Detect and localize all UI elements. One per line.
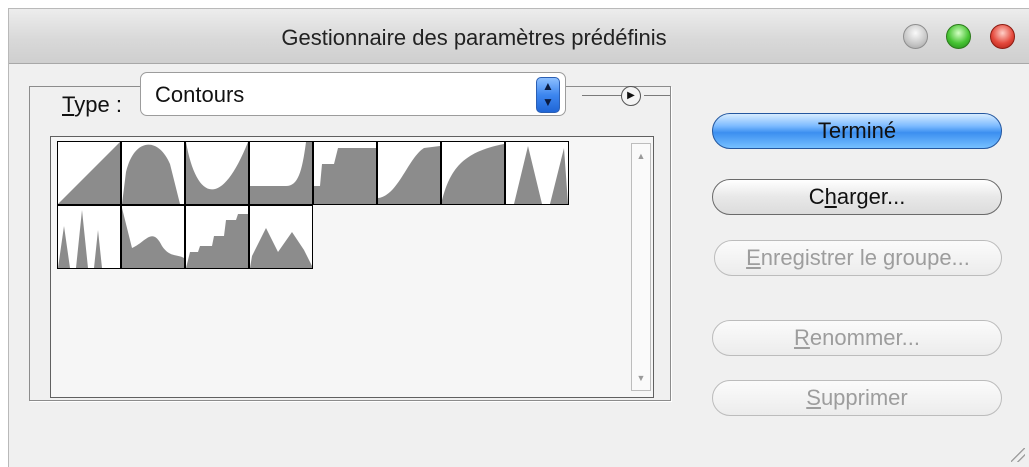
resize-grip-icon[interactable] xyxy=(1011,448,1025,462)
contour-thumbnail[interactable] xyxy=(121,205,185,269)
type-select-value: Contours xyxy=(155,82,245,107)
contour-curve-icon xyxy=(506,146,568,204)
contour-thumbnail[interactable] xyxy=(57,141,121,205)
contour-curve-icon xyxy=(58,142,120,204)
rename-button[interactable]: Renommer... xyxy=(712,320,1002,356)
load-button[interactable]: Charger... xyxy=(712,179,1002,215)
divider xyxy=(644,95,670,96)
contour-curve-icon xyxy=(186,214,248,268)
contour-thumbnail[interactable] xyxy=(377,141,441,205)
contour-curve-icon xyxy=(122,144,180,204)
contour-thumbnail[interactable] xyxy=(185,141,249,205)
window-title: Gestionnaire des paramètres prédéfinis xyxy=(281,25,667,50)
type-label: Type : xyxy=(58,92,126,118)
scrollbar[interactable]: ▲ ▼ xyxy=(631,143,651,391)
contour-thumbnail[interactable] xyxy=(185,205,249,269)
title-bar[interactable]: Gestionnaire des paramètres prédéfinis xyxy=(9,9,1029,64)
minimize-button[interactable] xyxy=(903,24,928,49)
contour-thumbnail[interactable] xyxy=(249,141,313,205)
contour-curve-icon xyxy=(250,142,312,204)
delete-button[interactable]: Supprimer xyxy=(712,380,1002,416)
flyout-menu-icon[interactable]: ▶ xyxy=(621,86,641,106)
contour-thumbnail[interactable] xyxy=(121,141,185,205)
contour-thumbnail[interactable] xyxy=(249,205,313,269)
scroll-up-icon[interactable]: ▲ xyxy=(635,150,647,162)
contour-thumbnail[interactable] xyxy=(57,205,121,269)
zoom-button[interactable] xyxy=(946,24,971,49)
contour-curve-icon xyxy=(442,144,504,204)
preset-list[interactable]: ▲ ▼ xyxy=(50,136,654,398)
contour-curve-icon xyxy=(378,146,440,204)
divider xyxy=(582,95,622,96)
close-button[interactable] xyxy=(990,24,1015,49)
contour-curve-icon xyxy=(122,208,184,268)
done-button[interactable]: Terminé xyxy=(712,113,1002,149)
select-arrows-icon[interactable]: ▲ ▼ xyxy=(536,77,560,113)
contour-thumbnail[interactable] xyxy=(313,141,377,205)
contour-curve-icon xyxy=(314,148,376,204)
contour-curve-icon xyxy=(250,228,312,268)
contour-curve-icon xyxy=(58,210,102,268)
contour-thumbnail[interactable] xyxy=(441,141,505,205)
save-set-button[interactable]: Enregistrer le groupe... xyxy=(714,240,1002,276)
type-select[interactable]: Contours ▲ ▼ xyxy=(140,72,566,116)
scroll-down-icon[interactable]: ▼ xyxy=(635,372,647,384)
contour-thumbnail[interactable] xyxy=(505,141,569,205)
contour-curve-icon xyxy=(186,142,248,204)
